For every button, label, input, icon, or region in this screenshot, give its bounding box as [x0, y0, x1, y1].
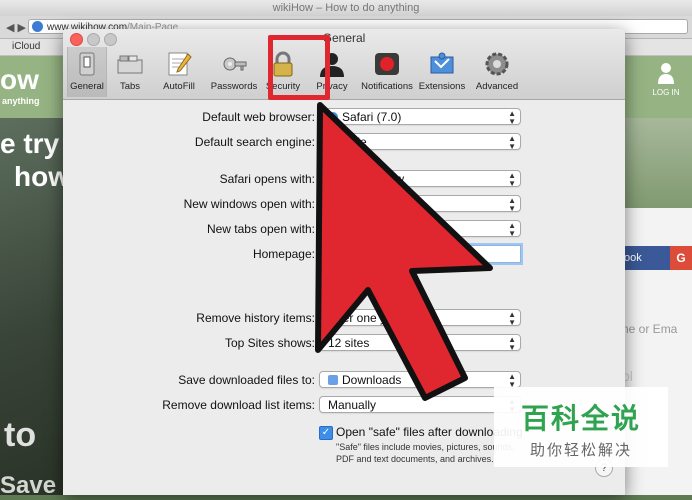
remove-history-label: Remove history items: [196, 311, 315, 325]
row-homepage: Homepage: http://www.google.com/ [63, 245, 625, 263]
tabs-icon [117, 55, 143, 74]
default-browser-value: Safari (7.0) [342, 110, 402, 124]
tab-notifications[interactable]: Notifications [361, 47, 413, 97]
new-tabs-value: Top Sites [328, 222, 378, 236]
row-new-windows: New windows open with: Homepage ▲ ▼ [63, 195, 625, 213]
preferences-title: General [322, 31, 366, 45]
new-windows-popup[interactable]: Homepage ▲ ▼ [319, 195, 521, 212]
site-tagline: anything [2, 96, 40, 106]
popup-arrows-icon: ▲▼ [508, 109, 516, 125]
tab-label: Notifications [361, 81, 413, 92]
popup-arrows-icon: ▲▼ [508, 310, 516, 326]
row-top-sites: Top Sites shows: 12 sites ▲ ▼ [63, 334, 625, 352]
homepage-label: Homepage: [252, 247, 315, 261]
popup-arrows-icon: ▲▼ [508, 134, 516, 150]
right-photo [622, 118, 692, 208]
remove-downloads-label: Remove download list items: [162, 398, 315, 412]
back-arrow-icon[interactable]: ◀ ▶ [6, 21, 26, 34]
popup-arrows-icon: ▲▼ [508, 372, 516, 388]
description-line1: "Safe" files include movies, pictures, s… [336, 442, 515, 452]
popup-arrows-icon: ▲▼ [508, 171, 516, 187]
google-plus-button[interactable]: G [670, 246, 692, 270]
new-windows-value: Homepage [328, 197, 387, 211]
bookmark-icloud[interactable]: iCloud [12, 41, 40, 52]
remove-downloads-value: Manually [328, 398, 377, 412]
folder-icon [328, 375, 338, 385]
record-dot-icon [375, 53, 399, 75]
pencil-form-icon [168, 52, 192, 76]
row-opens-with: Safari opens with: A new window ▲ ▼ [63, 170, 625, 188]
tab-label: Passwords [210, 81, 258, 92]
watermark-title: 百科全说 [520, 402, 641, 435]
tab-label: General [70, 81, 104, 92]
login-label: LOG IN [652, 88, 680, 97]
save-downloads-value: Downloads [342, 373, 402, 387]
site-logo[interactable]: ow [0, 64, 39, 96]
facebook-button[interactable]: ook [622, 246, 670, 270]
opens-with-label: Safari opens with: [219, 172, 315, 186]
opens-with-popup[interactable]: A new window ▲ ▼ [319, 170, 521, 187]
row-search-engine: Default search engine: Google ▲ ▼ [63, 133, 625, 151]
tab-general[interactable]: General [67, 47, 107, 97]
default-browser-label: Default web browser: [202, 110, 315, 124]
save-downloads-popup[interactable]: Downloads ▲ ▼ [319, 371, 521, 388]
description-line2: PDF and text documents, and archives. [336, 454, 494, 464]
puzzle-icon [430, 52, 454, 74]
top-sites-label: Top Sites shows: [224, 336, 315, 350]
browser-title: wikiHow – How to do anything [0, 0, 692, 16]
tab-passwords[interactable]: Passwords [208, 47, 260, 97]
remove-history-value: After one year [328, 311, 404, 325]
popup-arrows-icon: ▲▼ [508, 196, 516, 212]
opens-with-value: A new window [328, 172, 405, 186]
search-engine-value: Google [328, 135, 367, 149]
tab-label: AutoFill [163, 81, 195, 92]
tab-autofill[interactable]: AutoFill [153, 47, 205, 97]
default-browser-popup[interactable]: Safari (7.0) ▲ ▼ [319, 108, 521, 125]
globe-icon [32, 21, 43, 32]
new-windows-label: New windows open with: [183, 197, 315, 211]
safari-compass-icon [328, 112, 338, 122]
popup-arrows-icon: ▲▼ [508, 221, 516, 237]
watermark-badge: 百科全说 助你轻松解决 [494, 387, 668, 467]
tab-extensions[interactable]: Extensions [416, 47, 468, 97]
remove-downloads-popup[interactable]: Manually▲▼ [319, 396, 521, 413]
tab-label: Extensions [418, 81, 466, 92]
new-tabs-popup[interactable]: Top Sites ▲ ▼ [319, 220, 521, 237]
homepage-field[interactable]: http://www.google.com/ [319, 245, 521, 263]
tab-label: Tabs [119, 81, 141, 92]
top-sites-value: 12 sites [328, 336, 370, 350]
open-safe-files-checkbox[interactable]: ✓ [319, 426, 333, 440]
privacy-highlight-box [268, 35, 330, 100]
hero-text-line3: to [4, 416, 37, 454]
preferences-toolbar: General General Tabs AutoFill Passwords … [63, 29, 625, 100]
key-icon [223, 57, 247, 71]
email-field[interactable]: ne or Ema [622, 322, 677, 336]
popup-arrows-icon: ▲▼ [508, 335, 516, 351]
row-new-tabs: New tabs open with: Top Sites ▲ ▼ [63, 220, 625, 238]
user-icon [658, 63, 674, 84]
row-remove-history: Remove history items: After one year ▲ ▼ [63, 309, 625, 327]
search-engine-label: Default search engine: [194, 135, 315, 149]
top-sites-popup[interactable]: 12 sites ▲ ▼ [319, 334, 521, 351]
tab-tabs[interactable]: Tabs [110, 47, 150, 97]
tab-advanced[interactable]: Advanced [471, 47, 523, 97]
search-engine-popup[interactable]: Google ▲ ▼ [319, 133, 521, 150]
tab-label: Advanced [475, 81, 519, 92]
open-safe-files-description: "Safe" files include movies, pictures, s… [336, 441, 516, 465]
watermark-subtitle: 助你轻松解决 [529, 441, 632, 459]
remove-history-popup[interactable]: After one year ▲ ▼ [319, 309, 521, 326]
gear-icon [485, 52, 509, 76]
new-tabs-label: New tabs open with: [206, 222, 315, 236]
hero-text-line2: how [14, 161, 70, 192]
login-button[interactable]: LOG IN [646, 62, 686, 97]
row-default-browser: Default web browser: Safari (7.0) ▲ ▼ [63, 108, 625, 126]
switch-icon [79, 52, 95, 76]
hero-text-line1: e try [0, 128, 60, 159]
save-downloads-label: Save downloaded files to: [178, 373, 315, 387]
